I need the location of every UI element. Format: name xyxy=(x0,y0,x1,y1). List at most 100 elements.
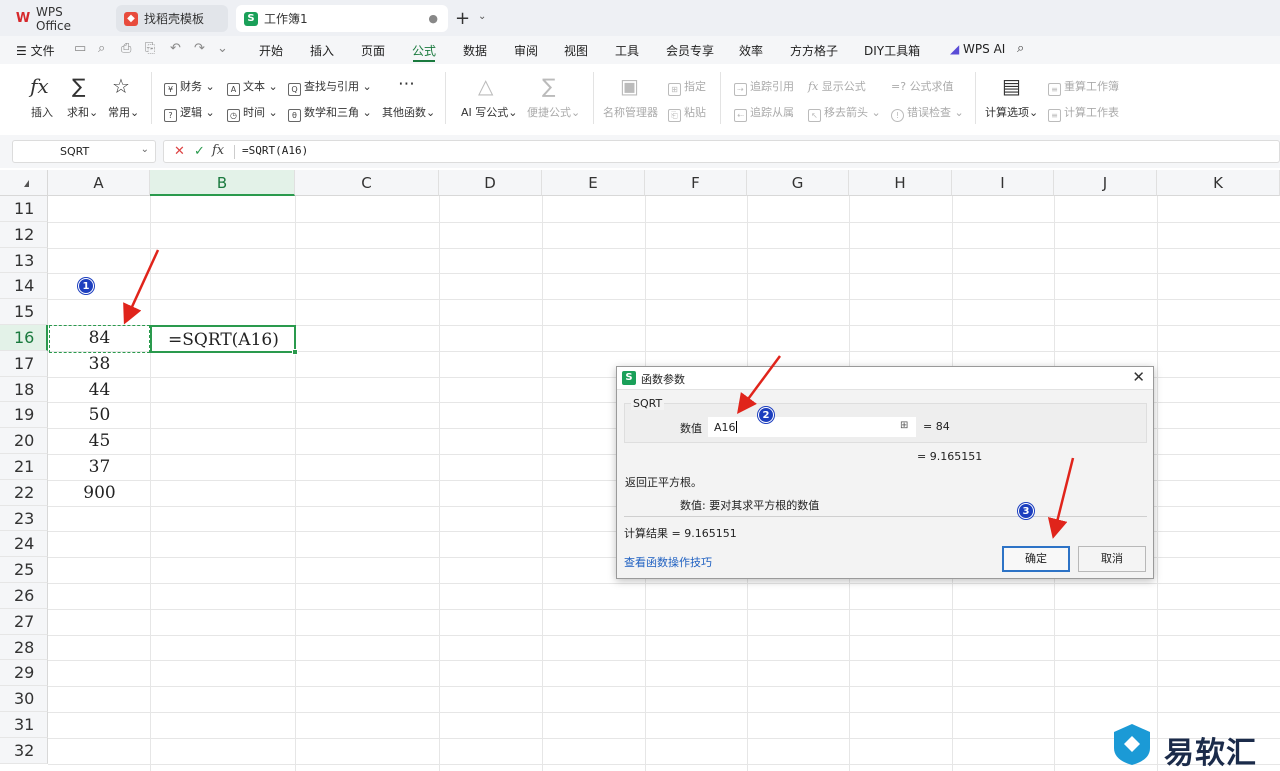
column-header-b[interactable]: B xyxy=(150,170,295,196)
tab-workbook[interactable]: S 工作簿1 ● xyxy=(236,5,448,32)
row-header-14[interactable]: 14 xyxy=(0,273,48,300)
calc-options-button[interactable]: 计算选项⌄ xyxy=(985,104,1038,120)
common-functions-button[interactable]: 常用⌄ xyxy=(108,104,139,120)
row-header-28[interactable]: 28 xyxy=(0,634,48,661)
cancel-edit-icon[interactable]: ✕ xyxy=(174,144,185,159)
insert-function-icon[interactable]: fx xyxy=(30,74,49,98)
row-header-30[interactable]: 30 xyxy=(0,686,48,712)
star-icon[interactable]: ☆ xyxy=(112,74,130,98)
row-header-15[interactable]: 15 xyxy=(0,299,48,325)
ai-formula-button[interactable]: AI 写公式⌄ xyxy=(461,104,517,120)
menu-item-fangfang[interactable]: 方方格子 xyxy=(790,42,838,59)
redo-icon[interactable]: ↷ xyxy=(194,41,205,56)
time-functions-button[interactable]: ◷ 时间 ⌄ xyxy=(227,104,278,122)
tab-template[interactable]: ◆ 找稻壳模板 xyxy=(116,5,228,32)
insert-function-icon[interactable]: fx xyxy=(212,143,224,158)
column-header-i[interactable]: I xyxy=(952,170,1054,196)
row-header-22[interactable]: 22 xyxy=(0,479,48,506)
menu-item-formula[interactable]: 公式 xyxy=(412,42,436,59)
fill-handle[interactable] xyxy=(292,349,298,355)
row-header-17[interactable]: 17 xyxy=(0,350,48,377)
row-header-24[interactable]: 24 xyxy=(0,531,48,558)
row-header-18[interactable]: 18 xyxy=(0,376,48,403)
row-header-27[interactable]: 27 xyxy=(0,608,48,635)
row-header-32[interactable]: 32 xyxy=(0,737,48,764)
file-menu[interactable]: ☰ 文件 xyxy=(16,42,55,59)
row-header-25[interactable]: 25 xyxy=(0,557,48,583)
new-tab-plus-icon[interactable]: + xyxy=(455,8,470,29)
row-header-12[interactable]: 12 xyxy=(0,221,48,248)
ai-formula-icon[interactable]: △ xyxy=(478,74,493,98)
active-cell-b16[interactable]: =SQRT(A16) xyxy=(150,325,298,355)
column-header-k[interactable]: K xyxy=(1157,170,1280,196)
row-header-19[interactable]: 19 xyxy=(0,402,48,429)
menu-item-diy[interactable]: DIY工具箱 xyxy=(864,42,920,59)
save-icon[interactable]: ▭ xyxy=(74,41,86,56)
formula-input[interactable]: ✕ ✓ fx =SQRT(A16) xyxy=(163,140,1280,163)
chevron-down-icon[interactable]: ⌄ xyxy=(141,144,149,155)
undo-icon[interactable]: ↶ xyxy=(170,41,181,56)
menu-item-data[interactable]: 数据 xyxy=(463,42,487,59)
text-functions-button[interactable]: A 文本 ⌄ xyxy=(227,78,278,96)
cancel-button[interactable]: 取消 xyxy=(1078,546,1146,572)
row-header-16[interactable]: 16 xyxy=(0,325,48,351)
formula-text[interactable]: =SQRT(A16) xyxy=(242,144,308,157)
name-box[interactable]: SQRT ⌄ xyxy=(12,140,156,163)
logic-functions-button[interactable]: ? 逻辑 ⌄ xyxy=(164,104,215,122)
finance-functions-button[interactable]: ¥ 财务 ⌄ xyxy=(164,78,215,96)
menu-item-member[interactable]: 会员专享 xyxy=(666,42,714,59)
more-chevron-icon[interactable]: ⌄ xyxy=(217,41,228,56)
calc-options-icon[interactable]: ▤ xyxy=(1002,74,1021,98)
export-icon[interactable]: ⌕ xyxy=(98,41,105,56)
ok-button[interactable]: 确定 xyxy=(1002,546,1070,572)
cell-a21[interactable]: 37 xyxy=(49,457,150,477)
column-header-c[interactable]: C xyxy=(295,170,439,196)
row-header-13[interactable]: 13 xyxy=(0,247,48,274)
row-header-20[interactable]: 20 xyxy=(0,428,48,454)
insert-function-button[interactable]: 插入 xyxy=(31,104,53,120)
row-header-29[interactable]: 29 xyxy=(0,660,48,687)
math-functions-button[interactable]: θ 数学和三角 ⌄ xyxy=(288,104,372,122)
range-select-icon[interactable]: ⊞ xyxy=(900,420,908,431)
cell-a19[interactable]: 50 xyxy=(49,405,150,425)
menu-item-insert[interactable]: 插入 xyxy=(310,42,334,59)
menu-item-tools[interactable]: 工具 xyxy=(615,42,639,59)
help-link[interactable]: 查看函数操作技巧 xyxy=(624,554,712,570)
menu-item-start[interactable]: 开始 xyxy=(259,42,283,59)
row-header-26[interactable]: 26 xyxy=(0,583,48,609)
menu-item-page[interactable]: 页面 xyxy=(361,42,385,59)
column-header-e[interactable]: E xyxy=(542,170,645,196)
column-header-f[interactable]: F xyxy=(645,170,747,196)
confirm-edit-icon[interactable]: ✓ xyxy=(194,144,205,159)
autosum-button[interactable]: 求和⌄ xyxy=(67,104,98,120)
select-all-corner[interactable] xyxy=(0,170,48,196)
column-header-a[interactable]: A xyxy=(48,170,150,196)
autosum-icon[interactable]: ∑ xyxy=(72,74,85,98)
other-functions-button[interactable]: 其他函数⌄ xyxy=(382,104,435,120)
wps-ai-button[interactable]: ◢ WPS AI xyxy=(950,42,1005,56)
tab-wps-office[interactable]: W WPS Office xyxy=(8,5,108,33)
column-header-g[interactable]: G xyxy=(747,170,849,196)
cell-a18[interactable]: 44 xyxy=(49,380,150,400)
row-header-11[interactable]: 11 xyxy=(0,196,48,222)
print-icon[interactable]: ⎙ xyxy=(121,41,131,56)
close-icon[interactable]: ✕ xyxy=(1132,368,1145,386)
other-functions-icon[interactable]: ⋯ xyxy=(398,74,415,94)
search-icon[interactable]: ⌕ xyxy=(1017,41,1024,56)
chevron-down-icon[interactable]: ⌄ xyxy=(478,11,486,22)
row-header-31[interactable]: 31 xyxy=(0,712,48,738)
row-header-21[interactable]: 21 xyxy=(0,454,48,480)
menu-item-review[interactable]: 审阅 xyxy=(514,42,538,59)
row-header-23[interactable]: 23 xyxy=(0,505,48,532)
cell-a20[interactable]: 45 xyxy=(49,431,150,451)
cell-a22[interactable]: 900 xyxy=(49,483,150,503)
menu-item-efficiency[interactable]: 效率 xyxy=(739,42,763,59)
column-header-j[interactable]: J xyxy=(1054,170,1157,196)
cell-a17[interactable]: 38 xyxy=(49,354,150,374)
print-preview-icon[interactable]: ⎘ xyxy=(145,41,155,56)
number-argument-input[interactable]: A16 xyxy=(708,417,916,437)
column-header-h[interactable]: H xyxy=(849,170,952,196)
lookup-functions-button[interactable]: Q 查找与引用 ⌄ xyxy=(288,78,372,96)
menu-item-view[interactable]: 视图 xyxy=(564,42,588,59)
column-header-d[interactable]: D xyxy=(439,170,542,196)
